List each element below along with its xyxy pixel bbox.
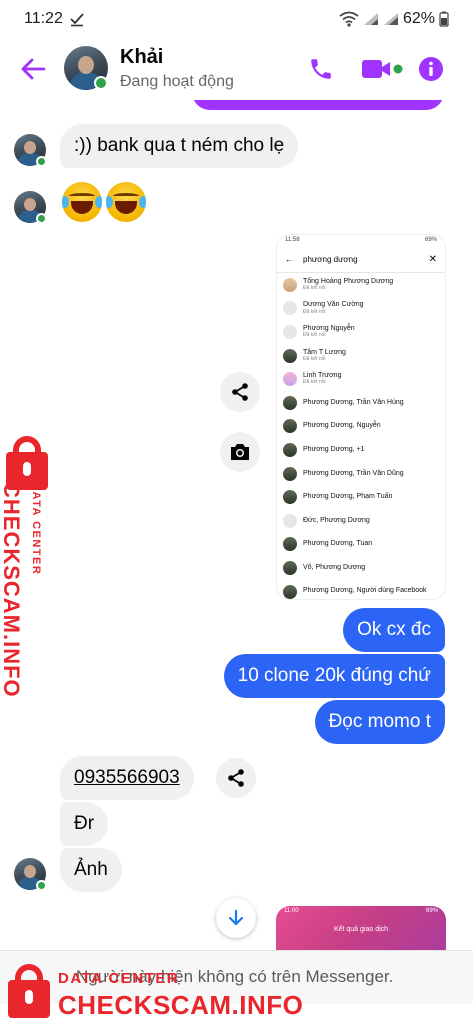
video-call-button[interactable] [360,54,404,84]
watermark-vertical-big: CHECKSCAM.INFO [0,482,24,698]
image-result-row: Linh Trương Đã kết nối [277,367,445,391]
back-button[interactable] [18,54,48,84]
image2-status-battery: 69% [425,908,438,914]
voice-call-button[interactable] [306,54,336,84]
share-icon [228,769,244,787]
battery-level: 62% [402,10,435,27]
online-indicator-small [36,156,47,167]
image-result-row: Phương Nguyễn Đã kết nối [277,320,445,344]
wifi-icon [339,11,359,27]
message-bubble-outgoing[interactable]: Ok cx đc [343,608,445,652]
message-bubble-outgoing[interactable]: Đọc momo t [314,700,445,744]
camera-button[interactable] [220,432,260,472]
previous-outgoing-bubble[interactable] [192,100,444,110]
message-bubble-incoming[interactable]: :)) bank qua t ném cho lẹ [60,124,299,168]
share-icon [232,383,248,401]
scroll-to-bottom-button[interactable] [216,898,256,938]
battery-icon [439,11,449,27]
watermark-lock-icon-bottom [8,964,50,1018]
message-bubble-incoming[interactable]: Ảnh [60,848,122,892]
rofl-emoji-icon [62,182,102,222]
phone-icon [311,59,331,79]
contact-name[interactable]: Khải [120,46,163,69]
image-result-row: Tâm T Lương Đã kết nối [277,344,445,368]
shared-image[interactable]: 11:58 69% ← phương dương ✕ Tống Hoàng Ph… [276,234,446,600]
image-search-bar: ← phương dương ✕ [277,247,445,273]
message-bubble-phone-link[interactable]: 0935566903 [60,756,194,800]
image-status-time: 11:58 [285,237,300,243]
image-result-row: Phương Dương, Tuan [277,533,445,557]
image2-status-time: 11:00 [284,908,299,914]
watermark-bottom-big: CHECKSCAM.INFO [58,990,304,1020]
shared-image-2[interactable]: 11:00 69% Kết quả giao dịch [276,906,446,950]
status-bar: 11:22 62% [0,0,473,38]
message-bubble-outgoing[interactable]: 10 clone 20k đúng chứ [223,654,445,698]
image-result-row: Dương Văn Cường Đã kết nối [277,297,445,321]
image2-status-bar: 11:00 69% [276,906,446,918]
image-result-row: Phương Dương, Phạm Tuấn [277,485,445,509]
online-indicator-small [36,880,47,891]
info-icon [419,57,443,81]
info-button[interactable] [416,54,446,84]
chat-header: Khải Đang hoạt động [0,38,473,100]
image-close-icon: ✕ [428,254,437,265]
share-button-phone[interactable] [216,758,256,798]
video-camera-icon [362,60,403,78]
image-result-row: Phương Dương, Trần Văn Hùng [277,391,445,415]
camera-icon [231,444,249,460]
image-result-row: Võ, Phương Dương [277,556,445,580]
image-result-row: Phương Dương, Người dùng Facebook [277,580,445,599]
rofl-emoji-icon [106,182,146,222]
image-result-row: Tống Hoàng Phương Dương Đã kết nối [277,273,445,297]
message-bubble-incoming[interactable]: Đr [60,802,109,846]
signal-icon-2 [383,13,398,25]
image-status-bar: 11:58 69% [277,235,445,247]
emoji-message[interactable] [62,182,146,222]
watermark-vertical-small: DATA CENTER [30,482,42,576]
image-result-row: Phương Dương, Trần Văn Dũng [277,462,445,486]
online-indicator-small [36,213,47,224]
contact-status: Đang hoạt động [120,73,234,90]
watermark-bottom-small: DATA CENTER [58,970,180,987]
image-search-query: phương dương [303,255,358,264]
image2-title: Kết quả giao dịch [333,926,389,933]
signal-icon [363,13,378,25]
image-status-battery: 69% [424,237,437,243]
arrow-down-icon [228,909,244,926]
download-complete-icon [70,13,84,27]
share-button[interactable] [220,372,260,412]
status-time: 11:22 [24,10,63,27]
back-arrow-icon [21,58,46,80]
online-indicator [94,76,108,90]
message-list[interactable]: :)) bank qua t ném cho lẹ 11:58 69% ← ph… [0,100,473,950]
image-result-row: Phương Dương, +1 [277,438,445,462]
image-result-row: Đức, Phương Dương [277,509,445,533]
image-result-row: Phương Dương, Nguyễn [277,415,445,439]
image-back-arrow-icon: ← [285,255,293,264]
